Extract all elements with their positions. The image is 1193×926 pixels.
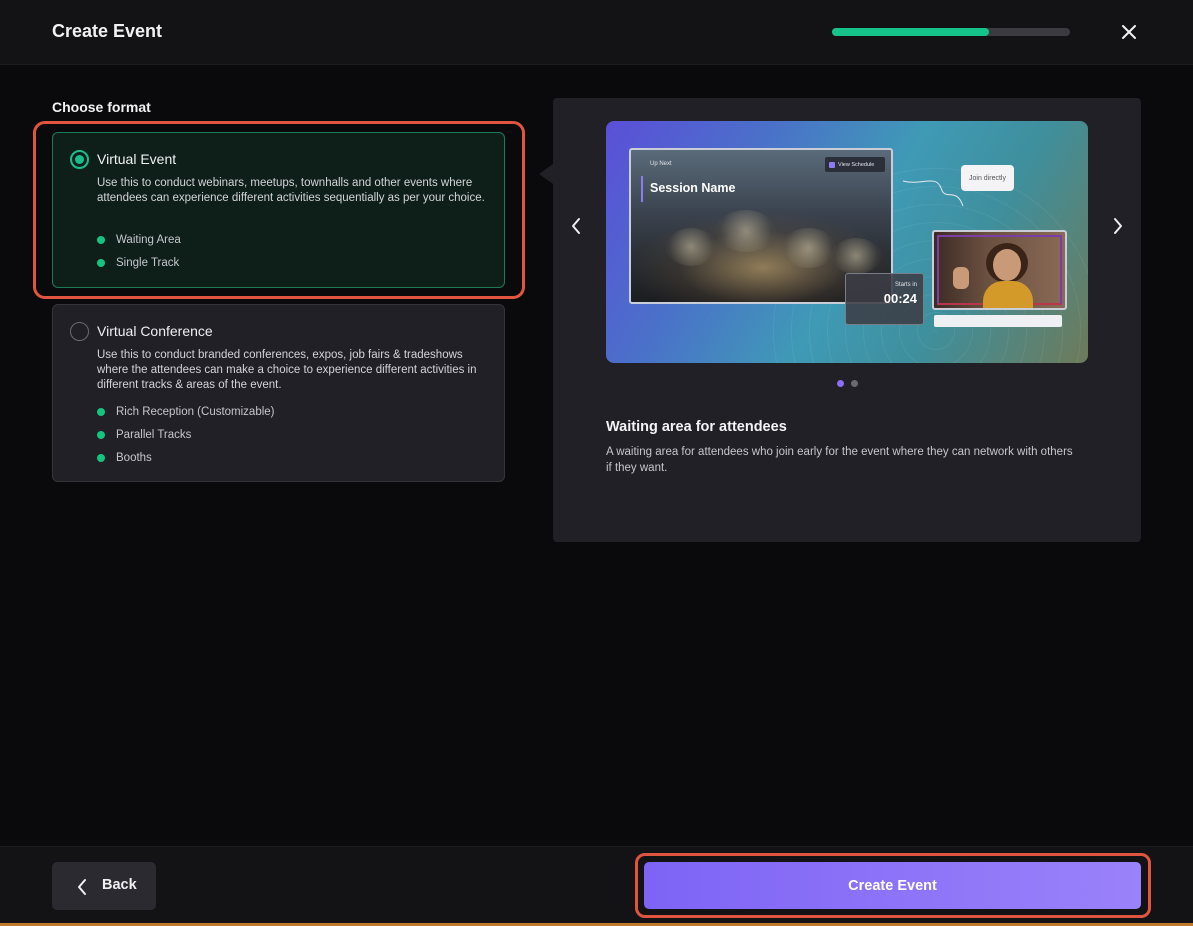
starts-in-label: Starts in: [894, 282, 917, 288]
section-label: Choose format: [52, 99, 151, 115]
feature-item: Rich Reception (Customizable): [97, 404, 275, 427]
chevron-right-icon: [1114, 218, 1122, 234]
carousel-dots: [553, 380, 1141, 387]
close-icon: [1122, 25, 1136, 39]
feature-list: Waiting Area Single Track: [97, 232, 181, 278]
preview-panel: Up Next Session Name View Schedule Start…: [553, 98, 1141, 542]
bullet-dot-icon: [97, 454, 105, 462]
preview-description: A waiting area for attendees who join ea…: [606, 446, 1073, 474]
countdown-value: 00:24: [883, 291, 917, 306]
radio-unselected-icon[interactable]: [70, 322, 89, 341]
progress-fill: [832, 28, 990, 36]
up-next-label: Up Next: [650, 161, 672, 167]
bullet-dot-icon: [97, 408, 105, 416]
bullet-dot-icon: [97, 236, 105, 244]
view-schedule-badge: View Schedule: [825, 157, 885, 172]
page-title: Create Event: [52, 21, 163, 41]
video-controls-bar: [934, 315, 1062, 327]
header: Create Event: [0, 0, 1193, 65]
join-directly-bubble: Join directly: [961, 165, 1014, 191]
preview-pointer: [539, 164, 553, 184]
carousel-dot[interactable]: [836, 380, 844, 387]
back-button[interactable]: Back: [52, 862, 156, 910]
preview-title: Waiting area for attendees: [606, 419, 787, 435]
carousel-dot[interactable]: [850, 380, 858, 387]
create-event-label: Create Event: [848, 877, 937, 894]
format-option-title: Virtual Event: [97, 151, 177, 167]
bullet-dot-icon: [97, 259, 105, 267]
bullet-dot-icon: [97, 431, 105, 439]
radio-selected-icon[interactable]: [70, 150, 89, 169]
feature-list: Rich Reception (Customizable) Parallel T…: [97, 404, 275, 473]
video-tile-mockup: [932, 230, 1067, 310]
format-option-virtual-conference[interactable]: Virtual Conference Use this to conduct b…: [52, 304, 505, 482]
carousel-next-button[interactable]: [1106, 211, 1130, 241]
progress-bar: [832, 28, 1070, 36]
session-name: Session Name: [650, 181, 736, 195]
feature-item: Parallel Tracks: [97, 427, 275, 450]
format-option-virtual-event[interactable]: Virtual Event Use this to conduct webina…: [52, 132, 505, 288]
countdown-card: Starts in 00:24: [845, 273, 924, 325]
close-button[interactable]: [1116, 19, 1142, 45]
create-event-button[interactable]: Create Event: [644, 862, 1141, 909]
format-option-title: Virtual Conference: [97, 323, 213, 339]
calendar-icon: [829, 161, 835, 168]
chevron-left-icon: [78, 879, 86, 895]
feature-item: Booths: [97, 450, 275, 473]
format-option-description: Use this to conduct webinars, meetups, t…: [97, 177, 485, 204]
feature-item: Single Track: [97, 255, 181, 278]
back-label: Back: [102, 877, 137, 893]
format-option-description: Use this to conduct branded conferences,…: [97, 349, 477, 391]
chevron-left-icon: [572, 218, 580, 234]
feature-item: Waiting Area: [97, 232, 181, 255]
carousel-prev-button[interactable]: [564, 211, 588, 241]
preview-slide-image: Up Next Session Name View Schedule Start…: [606, 121, 1088, 363]
